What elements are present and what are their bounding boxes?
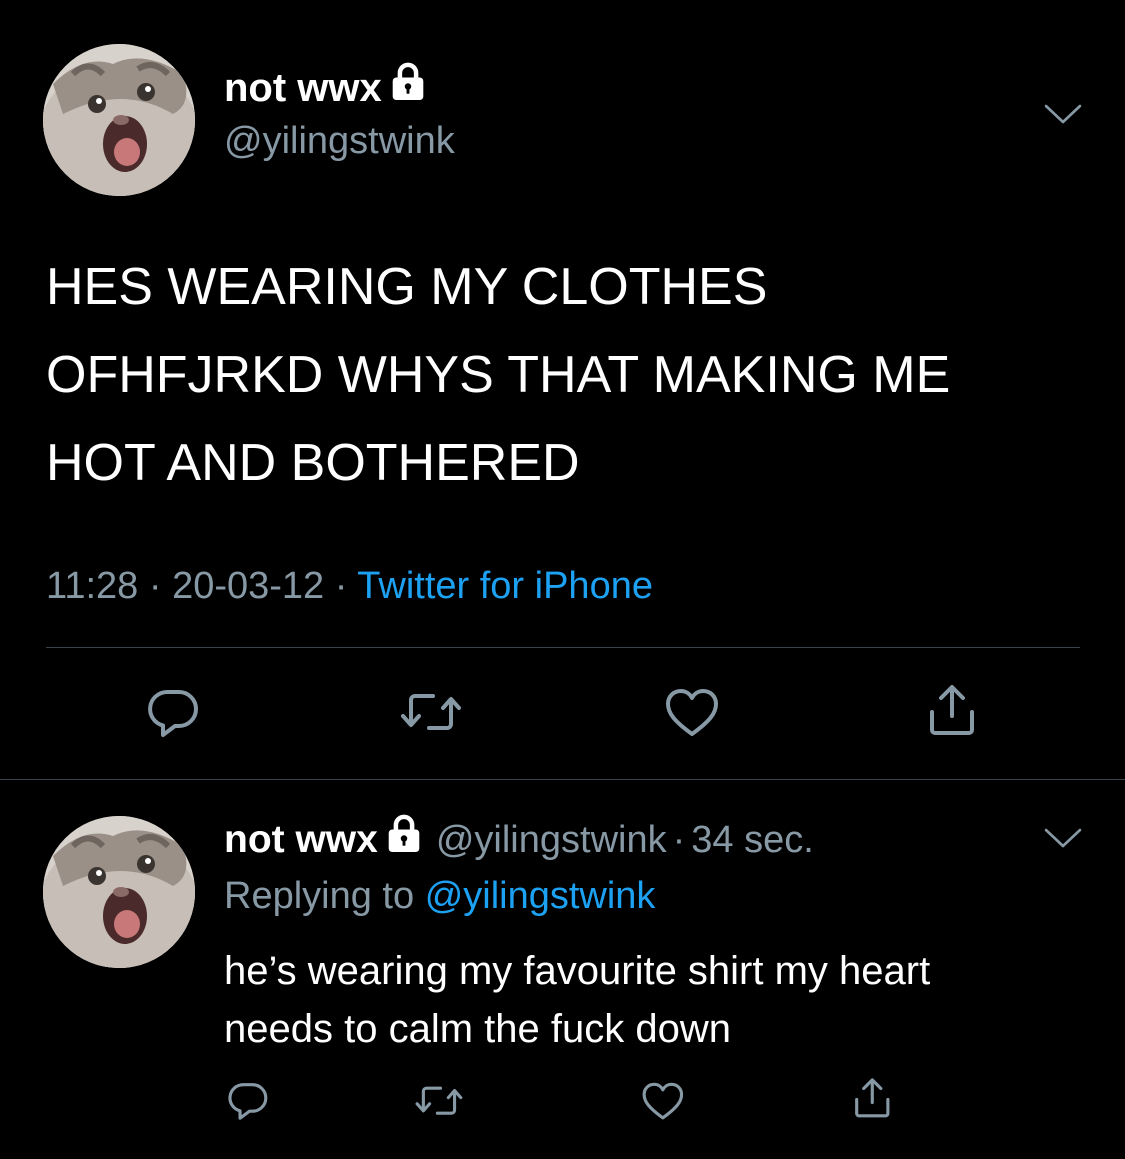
meta-separator: · — [672, 819, 686, 861]
replying-to-handle-link[interactable]: @yilingstwink — [425, 875, 656, 917]
retweet-button[interactable] — [414, 1082, 464, 1119]
reply-header: not wwx @yilingstwink · 34 sec. — [224, 814, 814, 866]
divider — [0, 779, 1125, 780]
meta-separator: · — [148, 565, 162, 607]
tweet-date: 20-03-12 — [172, 565, 325, 607]
like-button[interactable] — [664, 688, 720, 740]
reply-icon — [226, 1080, 270, 1121]
tweet-text-line: needs to calm the fuck down — [224, 1007, 731, 1051]
reply-icon — [145, 686, 201, 738]
retweet-button[interactable] — [399, 688, 463, 736]
reply-button[interactable] — [226, 1080, 270, 1121]
reply-button[interactable] — [145, 686, 201, 738]
user-handle[interactable]: @yilingstwink — [436, 816, 667, 864]
avatar-cat-image — [43, 816, 195, 968]
tweet-text-line: he’s wearing my favourite shirt my heart — [224, 949, 931, 993]
tweet-meta: 11:28 · 20-03-12 · Twitter for iPhone — [46, 562, 653, 610]
retweet-icon — [399, 688, 463, 736]
retweet-icon — [414, 1082, 464, 1119]
share-button[interactable] — [852, 1076, 893, 1120]
display-name[interactable]: not wwx — [224, 62, 426, 113]
avatar[interactable] — [43, 816, 195, 968]
display-name-text: not wwx — [224, 65, 382, 110]
tweet-text-line: HES WEARING MY CLOTHES — [46, 258, 768, 316]
avatar[interactable] — [43, 44, 195, 196]
like-icon — [664, 688, 720, 740]
share-button[interactable] — [926, 682, 978, 738]
divider — [46, 647, 1080, 648]
share-icon — [926, 682, 978, 738]
chevron-down-icon[interactable] — [1043, 826, 1083, 855]
chevron-down-icon[interactable] — [1043, 102, 1083, 131]
tweet-text-line: HOT AND BOTHERED — [46, 434, 580, 492]
share-icon — [852, 1076, 893, 1120]
tweet-time: 11:28 — [46, 565, 139, 607]
tweet-text: HES WEARING MY CLOTHES OFHFJRKD WHYS THA… — [46, 243, 1086, 507]
display-name-text[interactable]: not wwx — [224, 816, 378, 864]
user-handle[interactable]: @yilingstwink — [224, 118, 455, 164]
meta-separator: · — [334, 565, 348, 607]
avatar-cat-image — [43, 44, 195, 196]
tweet-text-line: OFHFJRKD WHYS THAT MAKING ME — [46, 346, 951, 404]
replying-prefix: Replying to — [224, 875, 415, 917]
lock-icon — [386, 814, 422, 866]
tweet-source-link[interactable]: Twitter for iPhone — [357, 565, 653, 607]
replying-to: Replying to @yilingstwink — [224, 872, 655, 920]
tweet-time: 34 sec. — [691, 819, 814, 861]
like-icon — [641, 1082, 685, 1123]
like-button[interactable] — [641, 1082, 685, 1123]
lock-icon — [390, 62, 426, 113]
tweet-text: he’s wearing my favourite shirt my heart… — [224, 942, 1084, 1058]
